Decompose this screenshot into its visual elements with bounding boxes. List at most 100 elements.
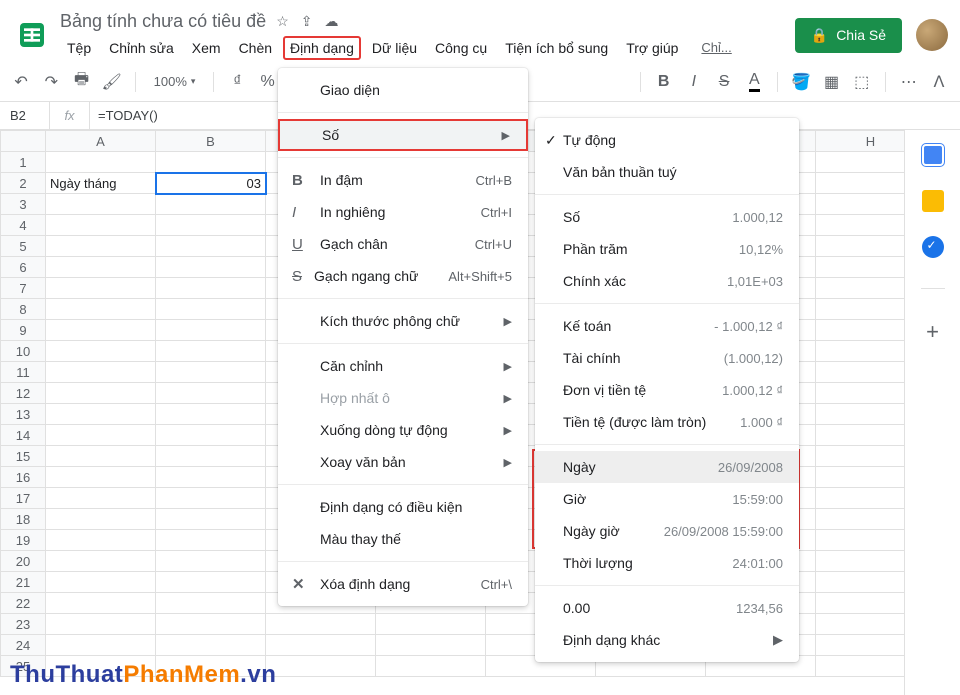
cell-D23[interactable] [376,614,486,635]
cell-H10[interactable] [816,341,905,362]
format-xuống-dòng-tự-động[interactable]: Xuống dòng tự động▶ [278,414,528,446]
merge-button[interactable]: ⬚ [851,69,873,95]
cell-B5[interactable] [156,236,266,257]
cell-H24[interactable] [816,635,905,656]
cell-B16[interactable] [156,467,266,488]
borders-button[interactable]: ▦ [820,69,842,95]
number-format-ch-nh-x-c[interactable]: Chính xác1,01E+03 [535,265,799,297]
cell-B13[interactable] [156,404,266,425]
cell-A9[interactable] [46,320,156,341]
format-kích-thước-phông-chữ[interactable]: Kích thước phông chữ▶ [278,305,528,337]
menu-chỉnh-sửa[interactable]: Chỉnh sửa [102,36,181,60]
keep-icon[interactable] [922,190,944,212]
cell-B4[interactable] [156,215,266,236]
cell-H7[interactable] [816,278,905,299]
bold-button[interactable]: B [653,69,675,95]
menu-dữ-liệu[interactable]: Dữ liệu [365,36,424,60]
zoom-dropdown[interactable]: 100% ▾ [148,74,202,89]
cell-H3[interactable] [816,194,905,215]
cell-A19[interactable] [46,530,156,551]
number-format-ti-n-t-c-l-m-tr-n-[interactable]: Tiền tệ (được làm tròn)1.000 ₫ [535,406,799,438]
cell-A22[interactable] [46,593,156,614]
calendar-icon[interactable] [922,144,944,166]
cell-H1[interactable] [816,152,905,173]
cell-A15[interactable] [46,446,156,467]
account-avatar[interactable] [916,19,948,51]
format-currency-button[interactable]: ₫ [226,69,248,95]
cell-H21[interactable] [816,572,905,593]
cell-B23[interactable] [156,614,266,635]
number-format-ng-y[interactable]: Ngày26/09/2008 [535,451,799,483]
cell-A5[interactable] [46,236,156,257]
cell-H2[interactable] [816,173,905,194]
menu-tiện-ích-bổ-sung[interactable]: Tiện ích bổ sung [498,36,615,60]
cell-H12[interactable] [816,383,905,404]
cell-H15[interactable] [816,446,905,467]
format-giao-diện[interactable]: Giao diện [278,74,528,106]
app-logo[interactable] [12,15,52,55]
cell-D25[interactable] [376,656,486,677]
fill-color-button[interactable]: 🪣 [790,69,812,95]
move-icon[interactable]: ⇪ [301,13,313,30]
cell-H8[interactable] [816,299,905,320]
menu-trợ-giúp[interactable]: Trợ giúp [619,36,685,60]
strikethrough-button[interactable]: S [713,69,735,95]
cell-A2[interactable]: Ngày tháng [46,173,156,194]
cell-B12[interactable] [156,383,266,404]
cell-H18[interactable] [816,509,905,530]
cell-H22[interactable] [816,593,905,614]
cell-A18[interactable] [46,509,156,530]
cell-B21[interactable] [156,572,266,593]
doc-title[interactable]: Bảng tính chưa có tiêu đề [60,11,266,32]
format-percent-button[interactable]: % [257,69,279,95]
text-color-button[interactable]: A [743,69,765,95]
cell-A13[interactable] [46,404,156,425]
more-toolbar-button[interactable]: ⋯ [898,69,920,95]
number-format-k-to-n[interactable]: Kế toán- 1.000,12 ₫ [535,310,799,342]
share-button[interactable]: 🔒 Chia Sẻ [795,18,902,53]
format-định-dạng-có-điều-kiện[interactable]: Định dạng có điều kiện [278,491,528,523]
number-format-gi-[interactable]: Giờ15:59:00 [535,483,799,515]
cell-B8[interactable] [156,299,266,320]
cell-H20[interactable] [816,551,905,572]
cell-A3[interactable] [46,194,156,215]
number-format-t-i-ch-nh[interactable]: Tài chính(1.000,12) [535,342,799,374]
format-căn-chỉnh[interactable]: Căn chỉnh▶ [278,350,528,382]
cell-B2[interactable]: 03 [156,173,266,194]
cell-A14[interactable] [46,425,156,446]
cell-B24[interactable] [156,635,266,656]
print-button[interactable]: 🖶 [70,69,92,95]
number-format-ng-y-gi-[interactable]: Ngày giờ26/09/2008 15:59:00 [535,515,799,547]
cell-H23[interactable] [816,614,905,635]
add-addon-button[interactable]: + [926,319,939,345]
cell-B6[interactable] [156,257,266,278]
cell-B19[interactable] [156,530,266,551]
cell-A20[interactable] [46,551,156,572]
cell-C25[interactable] [266,656,376,677]
menu-chèn[interactable]: Chèn [232,36,279,60]
format-màu-thay-thế[interactable]: Màu thay thế [278,523,528,555]
cell-H14[interactable] [816,425,905,446]
cell-A16[interactable] [46,467,156,488]
menu-xem[interactable]: Xem [185,36,228,60]
cell-A11[interactable] [46,362,156,383]
cell-A7[interactable] [46,278,156,299]
cell-B3[interactable] [156,194,266,215]
cell-H5[interactable] [816,236,905,257]
cell-A17[interactable] [46,488,156,509]
number-format-0-00[interactable]: 0.001234,56 [535,592,799,624]
cell-B7[interactable] [156,278,266,299]
cell-B9[interactable] [156,320,266,341]
italic-button[interactable]: I [683,69,705,95]
cell-A6[interactable] [46,257,156,278]
cell-B14[interactable] [156,425,266,446]
number-format-s-[interactable]: Số1.000,12 [535,201,799,233]
collapse-toolbar-button[interactable]: ᐱ [928,69,950,95]
cloud-icon[interactable]: ☁ [325,13,339,30]
cell-H16[interactable] [816,467,905,488]
cell-B20[interactable] [156,551,266,572]
number-format--n-v-ti-n-t-[interactable]: Đơn vị tiền tệ1.000,12 ₫ [535,374,799,406]
cell-B1[interactable] [156,152,266,173]
menu-định-dạng[interactable]: Định dạng [283,36,361,60]
name-box[interactable]: B2 [0,102,50,129]
